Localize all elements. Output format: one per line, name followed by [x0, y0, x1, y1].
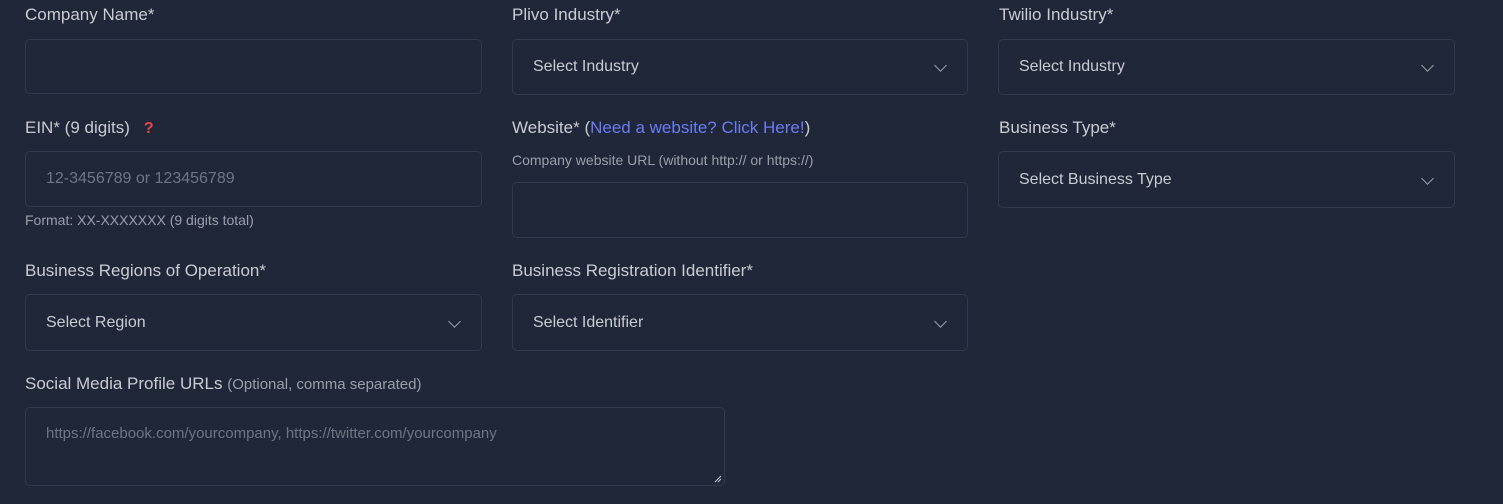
chevron-down-icon [1421, 171, 1434, 185]
website-label-prefix: Website* ( [512, 118, 591, 137]
business-type-selected: Select Business Type [1019, 170, 1172, 188]
twilio-industry-label: Twilio Industry* [999, 5, 1114, 24]
company-name-label: Company Name* [25, 5, 155, 24]
ein-label-text: EIN* (9 digits) [25, 118, 130, 137]
chevron-down-icon [934, 314, 947, 328]
ein-placeholder: 12-3456789 or 123456789 [46, 170, 235, 187]
chevron-down-icon [1421, 59, 1434, 72]
business-type-select[interactable]: Select Business Type [998, 151, 1455, 208]
registration-identifier-selected: Select Identifier [533, 313, 644, 331]
chevron-down-icon [448, 314, 461, 328]
registration-identifier-label: Business Registration Identifier* [512, 261, 753, 280]
twilio-industry-select[interactable]: Select Industry [998, 39, 1455, 95]
social-media-label: Social Media Profile URLs (Optional, com… [25, 374, 421, 395]
ein-label: EIN* (9 digits)? [25, 118, 154, 139]
ein-format-hint: Format: XX-XXXXXXX (9 digits total) [25, 212, 254, 228]
resize-handle-icon[interactable] [714, 475, 722, 483]
regions-label: Business Regions of Operation* [25, 261, 266, 280]
question-mark-icon[interactable]: ? [144, 119, 154, 139]
plivo-industry-selected: Select Industry [533, 58, 639, 75]
chevron-down-icon [934, 59, 947, 72]
social-media-label-text: Social Media Profile URLs [25, 374, 223, 393]
social-media-label-note: (Optional, comma separated) [227, 376, 422, 393]
social-media-placeholder: https://facebook.com/yourcompany, https:… [46, 425, 497, 442]
need-website-link[interactable]: Need a website? Click Here! [590, 118, 804, 137]
website-hint: Company website URL (without http:// or … [512, 152, 814, 168]
social-media-textarea[interactable]: https://facebook.com/yourcompany, https:… [25, 407, 725, 486]
website-label-suffix: ) [804, 118, 811, 137]
business-type-label: Business Type* [999, 118, 1116, 137]
regions-select[interactable]: Select Region [25, 294, 482, 351]
regions-selected: Select Region [46, 313, 146, 331]
plivo-industry-select[interactable]: Select Industry [512, 39, 968, 95]
business-info-form: Company Name* Plivo Industry* Select Ind… [0, 0, 1503, 504]
website-input[interactable] [512, 182, 968, 238]
plivo-industry-label: Plivo Industry* [512, 5, 621, 24]
twilio-industry-selected: Select Industry [1019, 58, 1125, 75]
company-name-input[interactable] [25, 39, 482, 94]
website-label: Website* (Need a website? Click Here!) [512, 118, 810, 138]
registration-identifier-select[interactable]: Select Identifier [512, 294, 968, 351]
ein-input[interactable]: 12-3456789 or 123456789 [25, 151, 482, 207]
